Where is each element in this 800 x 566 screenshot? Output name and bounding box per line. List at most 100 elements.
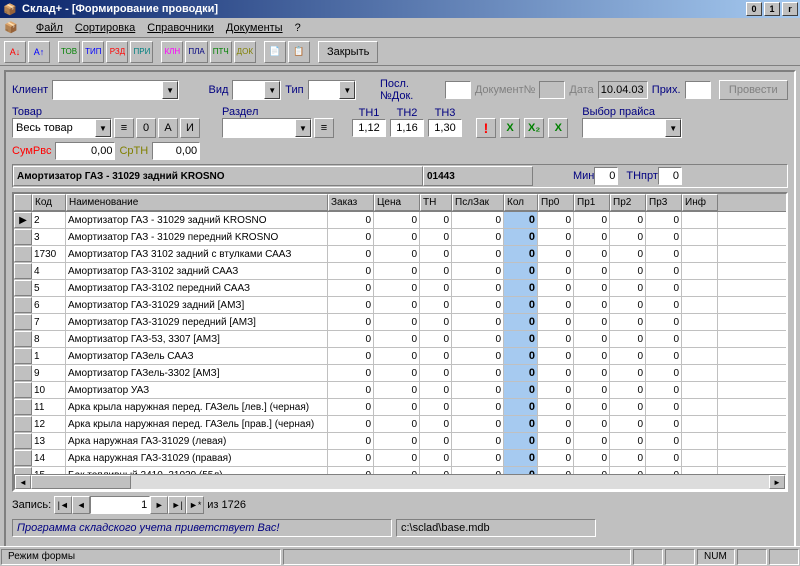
cell-cena[interactable]: 0: [374, 433, 420, 449]
cell-inf[interactable]: [682, 450, 718, 466]
tb-sort-desc[interactable]: A↑: [28, 41, 50, 63]
row-marker[interactable]: [14, 280, 32, 296]
posldok-input[interactable]: [445, 81, 471, 99]
cell-pr0[interactable]: 0: [538, 331, 574, 347]
table-row[interactable]: 10Амортизатор УАЗ000000000: [14, 382, 786, 399]
table-row[interactable]: 15Бак топливный 2410, 31029 (55л)0000000…: [14, 467, 786, 474]
cell-pr3[interactable]: 0: [646, 331, 682, 347]
grid-hscroll[interactable]: ◄ ►: [14, 474, 786, 490]
cell-pr3[interactable]: 0: [646, 212, 682, 228]
cell-cena[interactable]: 0: [374, 399, 420, 415]
col-pr2[interactable]: Пр2: [610, 194, 646, 211]
cell-kol[interactable]: 0: [504, 263, 538, 279]
cell-name[interactable]: Амортизатор ГАЗ-3102 передний СААЗ: [66, 280, 328, 296]
cell-pr2[interactable]: 0: [610, 382, 646, 398]
tn3-input[interactable]: [428, 119, 462, 137]
scroll-right-icon[interactable]: ►: [769, 475, 785, 489]
chevron-down-icon[interactable]: ▼: [295, 119, 311, 137]
tip-select[interactable]: ▼: [308, 80, 357, 100]
nav-next[interactable]: ►: [150, 496, 168, 514]
cell-tn[interactable]: 0: [420, 314, 452, 330]
cell-pr2[interactable]: 0: [610, 263, 646, 279]
cell-zakaz[interactable]: 0: [328, 297, 374, 313]
table-row[interactable]: 11Арка крыла наружная перед. ГАЗель [лев…: [14, 399, 786, 416]
cell-pr3[interactable]: 0: [646, 467, 682, 474]
maximize-button[interactable]: 1: [764, 2, 780, 16]
cell-kod[interactable]: 6: [32, 297, 66, 313]
col-name[interactable]: Наименование: [66, 194, 328, 211]
cell-cena[interactable]: 0: [374, 212, 420, 228]
chevron-down-icon[interactable]: ▼: [95, 119, 111, 137]
cell-pslzak[interactable]: 0: [452, 433, 504, 449]
cell-pr1[interactable]: 0: [574, 280, 610, 296]
cell-pr0[interactable]: 0: [538, 263, 574, 279]
grid-body[interactable]: ▶2Амортизатор ГАЗ - 31029 задний KROSNO0…: [14, 212, 786, 474]
table-row[interactable]: 1730Амортизатор ГАЗ 3102 задний с втулка…: [14, 246, 786, 263]
cell-cena[interactable]: 0: [374, 229, 420, 245]
menu-ref[interactable]: Справочники: [147, 22, 214, 34]
cell-kol[interactable]: 0: [504, 433, 538, 449]
cell-inf[interactable]: [682, 314, 718, 330]
cell-pr2[interactable]: 0: [610, 416, 646, 432]
cell-inf[interactable]: [682, 331, 718, 347]
cell-pslzak[interactable]: 0: [452, 348, 504, 364]
cell-kod[interactable]: 14: [32, 450, 66, 466]
cell-name[interactable]: Бак топливный 2410, 31029 (55л): [66, 467, 328, 474]
cell-tn[interactable]: 0: [420, 450, 452, 466]
cell-inf[interactable]: [682, 365, 718, 381]
row-marker[interactable]: [14, 297, 32, 313]
cell-pr1[interactable]: 0: [574, 263, 610, 279]
cell-pr3[interactable]: 0: [646, 246, 682, 262]
col-pslzak[interactable]: ПслЗак: [452, 194, 504, 211]
cell-inf[interactable]: [682, 229, 718, 245]
cell-name[interactable]: Амортизатор ГАЗ 3102 задний с втулками С…: [66, 246, 328, 262]
cell-kol[interactable]: 0: [504, 467, 538, 474]
cell-pr1[interactable]: 0: [574, 314, 610, 330]
cell-inf[interactable]: [682, 348, 718, 364]
cell-pr1[interactable]: 0: [574, 382, 610, 398]
cell-pr3[interactable]: 0: [646, 280, 682, 296]
table-row[interactable]: 14Арка наружная ГАЗ-31029 (правая)000000…: [14, 450, 786, 467]
cell-name[interactable]: Амортизатор ГАЗ - 31029 задний KROSNO: [66, 212, 328, 228]
cell-pslzak[interactable]: 0: [452, 467, 504, 474]
cell-pr3[interactable]: 0: [646, 399, 682, 415]
cell-pr0[interactable]: 0: [538, 365, 574, 381]
cell-pr2[interactable]: 0: [610, 297, 646, 313]
cell-name[interactable]: Амортизатор ГАЗ-3102 задний СААЗ: [66, 263, 328, 279]
menu-file[interactable]: Файл: [36, 22, 63, 34]
col-kol[interactable]: Кол: [504, 194, 538, 211]
cell-name[interactable]: Амортизатор ГАЗ-31029 задний [АМЗ]: [66, 297, 328, 313]
cell-pr3[interactable]: 0: [646, 263, 682, 279]
cell-inf[interactable]: [682, 280, 718, 296]
cell-kol[interactable]: 0: [504, 348, 538, 364]
cell-pslzak[interactable]: 0: [452, 399, 504, 415]
cell-pslzak[interactable]: 0: [452, 382, 504, 398]
cell-tn[interactable]: 0: [420, 348, 452, 364]
cell-pr0[interactable]: 0: [538, 229, 574, 245]
cell-kod[interactable]: 9: [32, 365, 66, 381]
cell-pr1[interactable]: 0: [574, 450, 610, 466]
nav-last[interactable]: ►|: [168, 496, 186, 514]
row-marker[interactable]: [14, 433, 32, 449]
cell-tn[interactable]: 0: [420, 229, 452, 245]
cell-pr1[interactable]: 0: [574, 365, 610, 381]
cell-pslzak[interactable]: 0: [452, 246, 504, 262]
cell-zakaz[interactable]: 0: [328, 467, 374, 474]
cell-tn[interactable]: 0: [420, 467, 452, 474]
cell-pr0[interactable]: 0: [538, 246, 574, 262]
cell-cena[interactable]: 0: [374, 280, 420, 296]
excel-export-3[interactable]: X: [548, 118, 568, 138]
cell-tn[interactable]: 0: [420, 263, 452, 279]
menu-sort[interactable]: Сортировка: [75, 22, 135, 34]
cell-tn[interactable]: 0: [420, 246, 452, 262]
cell-tn[interactable]: 0: [420, 280, 452, 296]
cell-pr0[interactable]: 0: [538, 382, 574, 398]
cell-pr1[interactable]: 0: [574, 433, 610, 449]
prix-input[interactable]: [685, 81, 711, 99]
minimize-button[interactable]: 0: [746, 2, 762, 16]
col-inf[interactable]: Инф: [682, 194, 718, 211]
cell-pr0[interactable]: 0: [538, 399, 574, 415]
cell-tn[interactable]: 0: [420, 212, 452, 228]
tb-ptch[interactable]: ПТЧ: [210, 41, 232, 63]
cell-zakaz[interactable]: 0: [328, 416, 374, 432]
